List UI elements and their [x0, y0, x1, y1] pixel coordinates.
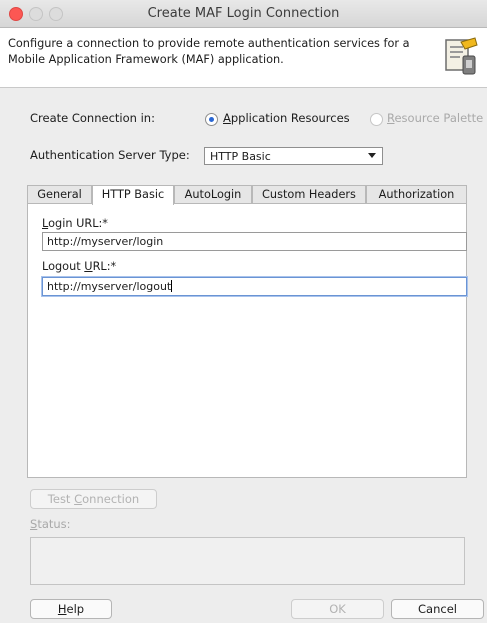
auth-server-type-label: Authentication Server Type:: [30, 148, 190, 162]
text-caret: [171, 280, 173, 292]
application-resources-label[interactable]: Application Resources: [223, 111, 350, 125]
tab-general[interactable]: General: [27, 185, 92, 204]
cancel-button[interactable]: Cancel: [391, 599, 484, 619]
title-bar: Create MAF Login Connection: [0, 0, 487, 28]
auth-server-type-select[interactable]: HTTP Basic: [204, 147, 383, 165]
create-connection-label: Create Connection in:: [30, 111, 155, 125]
login-url-input[interactable]: http://myserver/login: [42, 232, 467, 251]
dialog-window: Create MAF Login Connection Configure a …: [0, 0, 487, 623]
login-url-label: Login URL:*: [42, 217, 108, 230]
ok-button[interactable]: OK: [291, 599, 384, 619]
logout-url-label: Logout URL:*: [42, 260, 117, 273]
status-area: [30, 537, 465, 585]
http-basic-panel: Login URL:* http://myserver/login Logout…: [27, 203, 467, 478]
help-button[interactable]: Help: [30, 599, 112, 619]
auth-server-type-value: HTTP Basic: [210, 150, 271, 163]
chevron-down-icon: [368, 153, 376, 158]
application-resources-radio[interactable]: [205, 113, 218, 126]
resource-palette-label[interactable]: Resource Palette: [387, 111, 487, 125]
window-title: Create MAF Login Connection: [147, 6, 340, 21]
logout-url-input[interactable]: http://myserver/logout: [42, 277, 467, 296]
tab-authorization[interactable]: Authorization: [366, 185, 467, 204]
status-label: Status:: [30, 517, 71, 531]
tab-custom-headers[interactable]: Custom Headers: [252, 185, 366, 204]
header-description: Configure a connection to provide remote…: [8, 37, 410, 66]
tab-http-basic[interactable]: HTTP Basic: [92, 185, 174, 205]
resource-palette-radio[interactable]: [370, 113, 383, 126]
connection-wizard-icon: [443, 36, 479, 78]
test-connection-button[interactable]: Test Connection: [30, 489, 157, 509]
dialog-header: Configure a connection to provide remote…: [0, 28, 487, 88]
tab-autologin[interactable]: AutoLogin: [174, 185, 252, 204]
